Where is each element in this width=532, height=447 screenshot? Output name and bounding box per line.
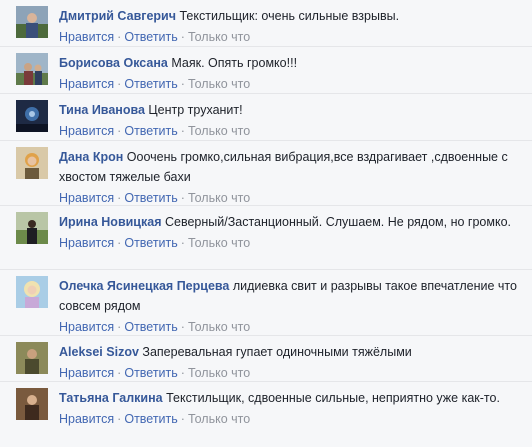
reply-button[interactable]: Ответить (124, 30, 177, 44)
comment-body: Ирина Новицкая Северный/Застанционный. С… (59, 212, 518, 254)
action-separator: · (180, 30, 185, 44)
comment-feed: Дмитрий Савгерич Текстильщик: очень силь… (0, 0, 532, 446)
comment-author[interactable]: Борисова Оксана (59, 56, 168, 70)
action-separator: · (180, 366, 185, 380)
comment-body: Дана Крон Ооочень громко,сильная вибраци… (59, 147, 518, 209)
avatar[interactable] (16, 6, 48, 38)
comment-item: Ирина Новицкая Северный/Застанционный. С… (0, 205, 532, 270)
comment-author[interactable]: Дмитрий Савгерич (59, 9, 176, 23)
comment-text: Центр труханит! (148, 103, 243, 117)
action-separator: · (117, 412, 122, 426)
avatar-photo (16, 6, 48, 38)
action-separator: · (117, 191, 122, 205)
reply-button[interactable]: Ответить (124, 236, 177, 250)
comment-text: Северный/Застанционный. Слушаем. Не рядо… (164, 215, 511, 229)
avatar[interactable] (16, 147, 48, 179)
reply-button[interactable]: Ответить (124, 320, 177, 334)
comment-text: Текстильщик: очень сильные взрывы. (179, 9, 400, 23)
avatar[interactable] (16, 53, 48, 85)
avatar[interactable] (16, 212, 48, 244)
comment-timestamp[interactable]: Только что (188, 30, 250, 44)
comment-item: Дана Крон Ооочень громко,сильная вибраци… (0, 140, 532, 206)
comment-body: Татьяна Галкина Текстильщик, сдвоенные с… (59, 388, 518, 430)
comment-author[interactable]: Ирина Новицкая (59, 215, 162, 229)
comment-text: Маяк. Опять громко!!! (171, 56, 298, 70)
comment-body: Тина Иванова Центр труханит! Нравится · От… (59, 100, 518, 142)
avatar-photo (16, 342, 48, 374)
comment-actions: Нравится · Ответить · Только что (59, 120, 518, 142)
action-separator: · (117, 124, 122, 138)
comment-actions: Нравится · Ответить · Только что (59, 26, 518, 48)
comment-timestamp[interactable]: Только что (188, 124, 250, 138)
avatar-photo (16, 147, 48, 179)
avatar-photo (16, 53, 48, 85)
action-separator: · (117, 77, 122, 91)
comment-actions: Нравится · Ответить · Только что (59, 408, 518, 430)
comment-body: Борисова Оксана Маяк. Опять громко!!! Нр… (59, 53, 518, 95)
action-separator: · (117, 30, 122, 44)
comment-item: Татьяна Галкина Текстильщик, сдвоенные с… (0, 381, 532, 447)
comment-item: Дмитрий Савгерич Текстильщик: очень силь… (0, 0, 532, 52)
reply-button[interactable]: Ответить (124, 124, 177, 138)
reply-button[interactable]: Ответить (124, 366, 177, 380)
avatar-photo (16, 212, 48, 244)
comment-item: Aleksei Sizov Заперевальная гупает одино… (0, 335, 532, 382)
comment-text: Ооочень громко,сильная вибрация,все вздр… (59, 150, 508, 184)
action-separator: · (117, 366, 122, 380)
comment-item: Тина Иванова Центр труханит! Нравится · От… (0, 93, 532, 141)
action-separator: · (180, 191, 185, 205)
avatar[interactable] (16, 388, 48, 420)
comment-body: Aleksei Sizov Заперевальная гупает одино… (59, 342, 518, 384)
comment-text: Текстильщик, сдвоенные сильные, неприятн… (166, 391, 500, 405)
comment-item: Олечка Ясинецкая Перцева лидиевка свит и… (0, 269, 532, 336)
comment-item: Борисова Оксана Маяк. Опять громко!!! Нр… (0, 46, 532, 94)
action-separator: · (117, 236, 122, 250)
action-separator: · (180, 236, 185, 250)
comment-timestamp[interactable]: Только что (188, 366, 250, 380)
reply-button[interactable]: Ответить (124, 412, 177, 426)
reply-button[interactable]: Ответить (124, 191, 177, 205)
avatar-photo (16, 100, 48, 132)
like-button[interactable]: Нравится (59, 412, 114, 426)
comment-author[interactable]: Олечка Ясинецкая Перцева (59, 279, 229, 293)
action-separator: · (180, 320, 185, 334)
comment-timestamp[interactable]: Только что (188, 320, 250, 334)
comment-author[interactable]: Татьяна Галкина (59, 391, 163, 405)
comment-timestamp[interactable]: Только что (188, 236, 250, 250)
comment-author[interactable]: Aleksei Sizov (59, 345, 139, 359)
comment-timestamp[interactable]: Только что (188, 412, 250, 426)
action-separator: · (180, 412, 185, 426)
avatar[interactable] (16, 342, 48, 374)
comment-actions: Нравится · Ответить · Только что (59, 73, 518, 95)
like-button[interactable]: Нравится (59, 320, 114, 334)
comment-body: Дмитрий Савгерич Текстильщик: очень силь… (59, 6, 518, 48)
like-button[interactable]: Нравится (59, 366, 114, 380)
like-button[interactable]: Нравится (59, 236, 114, 250)
like-button[interactable]: Нравится (59, 77, 114, 91)
action-separator: · (180, 77, 185, 91)
avatar[interactable] (16, 276, 48, 308)
avatar[interactable] (16, 100, 48, 132)
comment-timestamp[interactable]: Только что (188, 77, 250, 91)
comment-actions: Нравится · Ответить · Только что (59, 232, 518, 254)
comment-text: Заперевальная гупает одиночными тяжёлыми (142, 345, 412, 359)
action-separator: · (180, 124, 185, 138)
comment-timestamp[interactable]: Только что (188, 191, 250, 205)
like-button[interactable]: Нравится (59, 124, 114, 138)
avatar-photo (16, 276, 48, 308)
like-button[interactable]: Нравится (59, 191, 114, 205)
action-separator: · (117, 320, 122, 334)
comment-author[interactable]: Дана Крон (59, 150, 123, 164)
like-button[interactable]: Нравится (59, 30, 114, 44)
comment-author[interactable]: Тина Иванова (59, 103, 145, 117)
comment-body: Олечка Ясинецкая Перцева лидиевка свит и… (59, 276, 518, 338)
avatar-photo (16, 388, 48, 420)
reply-button[interactable]: Ответить (124, 77, 177, 91)
